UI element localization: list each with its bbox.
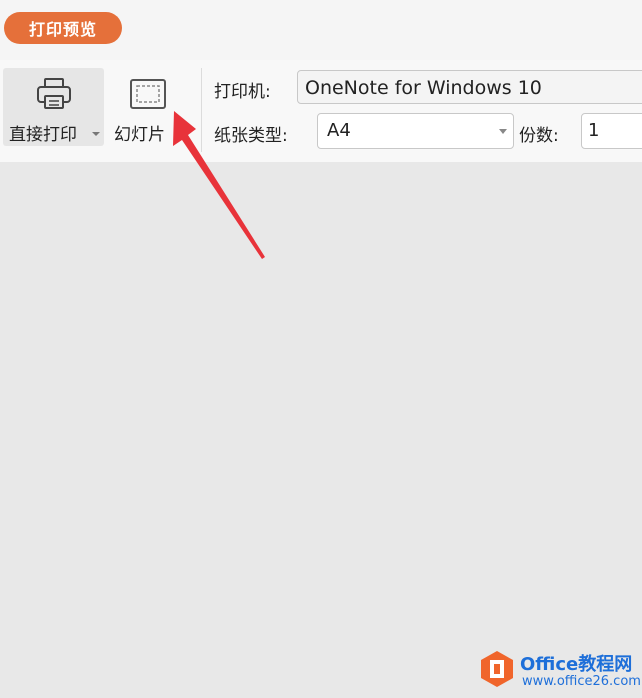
direct-print-button[interactable]: 直接打印 xyxy=(3,68,104,146)
paper-type-label: 纸张类型: xyxy=(214,126,288,146)
copies-label: 份数: xyxy=(519,126,559,146)
office-logo-icon xyxy=(481,651,513,687)
copies-value: 1 xyxy=(588,120,600,141)
preview-area xyxy=(0,162,642,698)
printer-label: 打印机: xyxy=(214,82,271,102)
chevron-down-icon[interactable] xyxy=(92,132,100,136)
print-toolbar: 直接打印 幻灯片 打印机: OneNote for Windows 10 纸张类… xyxy=(0,60,642,163)
printer-select[interactable]: OneNote for Windows 10 xyxy=(297,70,642,104)
toolbar-content: 直接打印 幻灯片 打印机: OneNote for Windows 10 纸张类… xyxy=(0,60,642,162)
print-preview-tab[interactable]: 打印预览 xyxy=(4,12,122,44)
printer-icon xyxy=(3,74,104,114)
slides-button[interactable]: 幻灯片 xyxy=(108,68,188,146)
copies-input[interactable]: 1 xyxy=(581,113,642,149)
slides-label: 幻灯片 xyxy=(114,125,165,145)
paper-type-value: A4 xyxy=(327,120,351,141)
toolbar-divider xyxy=(201,68,202,152)
watermark-title: Office教程网 xyxy=(520,654,633,675)
chevron-down-icon[interactable] xyxy=(493,114,513,148)
title-bar: 打印预览 xyxy=(0,0,642,60)
paper-type-select[interactable]: A4 xyxy=(317,113,514,149)
print-preview-tab-label: 打印预览 xyxy=(28,20,97,39)
direct-print-label: 直接打印 xyxy=(9,125,77,145)
slide-frame-icon xyxy=(108,74,188,114)
printer-value: OneNote for Windows 10 xyxy=(305,77,542,99)
watermark: Office教程网 www.office26.com xyxy=(478,646,642,698)
watermark-url: www.office26.com xyxy=(522,674,641,689)
